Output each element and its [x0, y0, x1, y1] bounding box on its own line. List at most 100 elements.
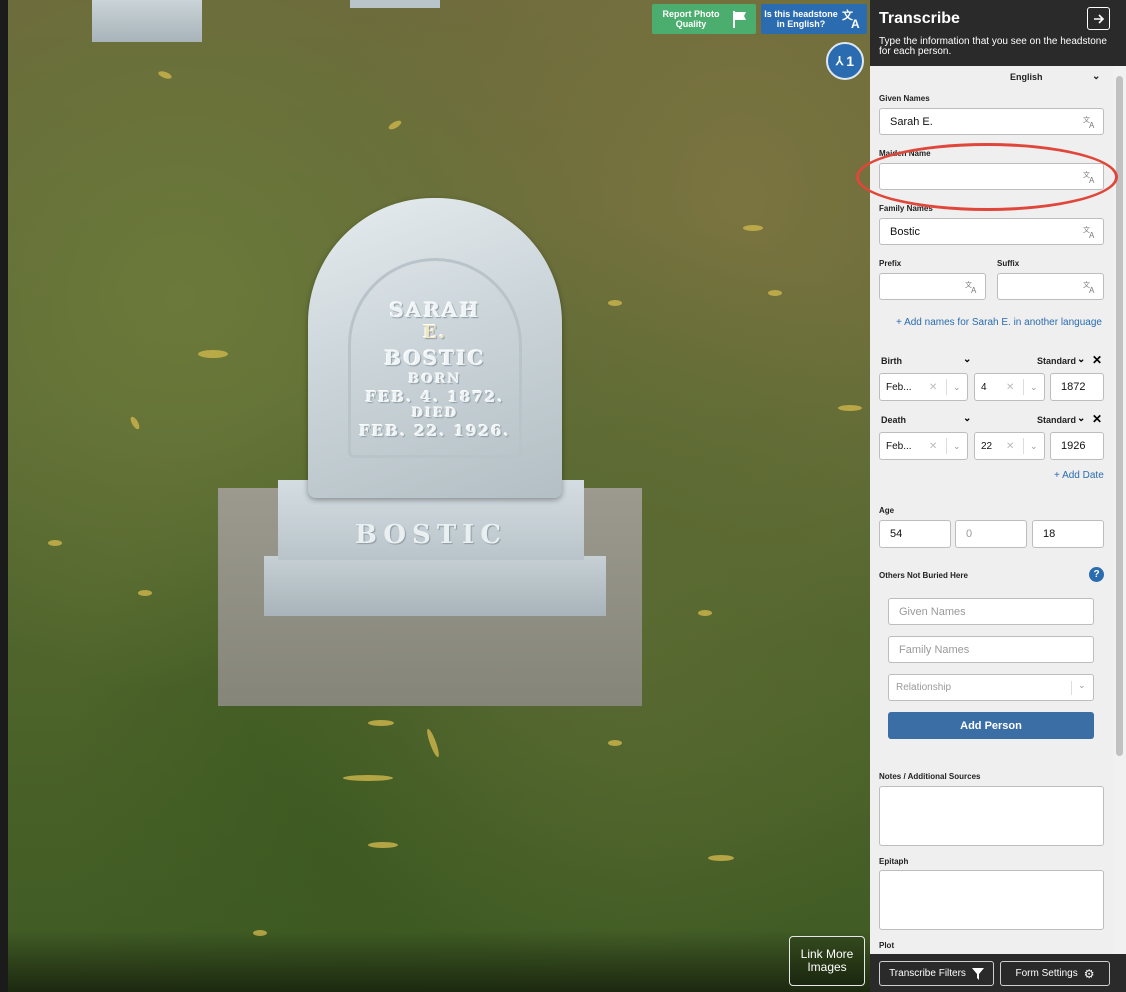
- birth-label: Birth: [881, 356, 902, 366]
- chevron-down-icon: ⌄: [1030, 440, 1038, 451]
- svg-text:A: A: [851, 17, 860, 30]
- link-more-images-button[interactable]: Link More Images: [789, 936, 865, 986]
- death-type-chevron-icon[interactable]: ⌄: [963, 413, 971, 424]
- left-edge: [0, 0, 8, 992]
- birth-year-value: 1872: [1061, 381, 1086, 393]
- leaf: [708, 855, 734, 861]
- age-days-value: 18: [1043, 528, 1056, 540]
- given-names-field[interactable]: Sarah E. 文A: [879, 108, 1104, 135]
- chevron-down-icon: ⌄: [953, 440, 961, 451]
- headstone-photo[interactable]: BOSTIC SARAH E. BOSTIC BORN FEB. 4. 1872…: [8, 0, 870, 992]
- leaf: [157, 69, 173, 81]
- suffix-field[interactable]: 文A: [997, 273, 1104, 300]
- report-photo-quality-label: Report Photo Quality: [662, 9, 720, 29]
- remove-birth-icon[interactable]: ✕: [1092, 353, 1102, 367]
- remove-death-icon[interactable]: ✕: [1092, 412, 1102, 426]
- stone-plinth: [264, 556, 606, 616]
- gear-icon: ⚙: [1083, 966, 1095, 981]
- inscription-line: FEB. 4. 1872.: [365, 388, 505, 406]
- death-month-select[interactable]: Feb... ✕ ⌄: [879, 432, 968, 460]
- birth-year-field[interactable]: 1872: [1050, 373, 1104, 401]
- leaf: [838, 405, 862, 411]
- clear-icon[interactable]: ✕: [929, 441, 937, 452]
- svg-text:A: A: [1089, 286, 1095, 294]
- birth-standard-select[interactable]: Standard: [1037, 356, 1076, 366]
- report-photo-quality-button[interactable]: Report Photo Quality: [652, 4, 756, 34]
- stone-base-inscription: BOSTIC: [354, 520, 508, 550]
- others-family-names-field[interactable]: Family Names: [888, 636, 1094, 663]
- death-day-select[interactable]: 22 ✕ ⌄: [974, 432, 1045, 460]
- family-names-field[interactable]: Bostic 文A: [879, 218, 1104, 245]
- help-icon[interactable]: ?: [1089, 567, 1104, 582]
- chevron-down-icon: ⌄: [1077, 413, 1086, 424]
- add-person-button[interactable]: Add Person: [888, 712, 1094, 739]
- language-select[interactable]: English ⌄: [1010, 71, 1106, 86]
- plot-label: Plot: [879, 941, 895, 950]
- others-given-names-field[interactable]: Given Names: [888, 598, 1094, 625]
- translate-icon[interactable]: 文A: [1083, 115, 1097, 129]
- age-months-field[interactable]: 0: [955, 520, 1027, 548]
- panel-scrollbar[interactable]: [1113, 66, 1126, 954]
- prefix-field[interactable]: 文A: [879, 273, 986, 300]
- age-years-value: 54: [890, 528, 903, 540]
- highlight-annotation: [856, 143, 1118, 211]
- birth-type-chevron-icon[interactable]: ⌄: [963, 354, 971, 365]
- death-year-value: 1926: [1061, 440, 1086, 452]
- svg-text:A: A: [1089, 121, 1095, 129]
- birth-day-select[interactable]: 4 ✕ ⌄: [974, 373, 1045, 401]
- notes-label: Notes / Additional Sources: [879, 772, 981, 781]
- chevron-down-icon: ⌄: [1078, 680, 1086, 690]
- age-label: Age: [879, 506, 895, 515]
- birth-day-value: 4: [981, 381, 987, 393]
- others-given-names-placeholder: Given Names: [899, 605, 966, 618]
- transcribe-filters-button[interactable]: Transcribe Filters: [879, 961, 994, 986]
- is-headstone-english-button[interactable]: Is this headstone in English? 文A: [761, 4, 867, 34]
- death-standard-select[interactable]: Standard: [1037, 415, 1076, 425]
- form-settings-button[interactable]: Form Settings ⚙: [1000, 961, 1110, 986]
- leaf: [198, 350, 228, 358]
- death-label: Death: [881, 415, 907, 425]
- age-days-field[interactable]: 18: [1032, 520, 1104, 548]
- family-names-value: Bostic: [890, 225, 920, 238]
- death-year-field[interactable]: 1926: [1050, 432, 1104, 460]
- inscription-line: SARAH: [389, 298, 481, 322]
- inscription-line: E.: [423, 322, 447, 343]
- svg-text:A: A: [1089, 231, 1095, 239]
- headstone: SARAH E. BOSTIC BORN FEB. 4. 1872. DIED …: [308, 198, 562, 498]
- inscription-line: BORN: [408, 372, 462, 387]
- notes-textarea[interactable]: [879, 786, 1104, 846]
- panel-footer: Transcribe Filters Form Settings ⚙: [870, 954, 1126, 992]
- add-names-other-language-link[interactable]: + Add names for Sarah E. in another lang…: [896, 317, 1102, 328]
- select-divider: [946, 438, 947, 454]
- language-value: English: [1010, 72, 1043, 82]
- clear-icon[interactable]: ✕: [1006, 382, 1014, 393]
- birth-month-select[interactable]: Feb... ✕ ⌄: [879, 373, 968, 401]
- age-years-field[interactable]: 54: [879, 520, 951, 548]
- translate-icon[interactable]: 文A: [1083, 225, 1097, 239]
- chevron-down-icon: ⌄: [953, 381, 961, 392]
- add-date-link[interactable]: + Add Date: [1054, 470, 1104, 481]
- leaf: [768, 290, 782, 296]
- chevron-down-icon: ⌄: [1092, 71, 1101, 82]
- person-icon: ⅄: [835, 54, 844, 68]
- leaf: [48, 540, 62, 546]
- leaf: [368, 842, 398, 848]
- panel-header: Transcribe Type the information that you…: [870, 0, 1126, 66]
- select-divider: [946, 379, 947, 395]
- age-months-value: 0: [966, 528, 973, 540]
- background-stone: [350, 0, 440, 8]
- leaf: [368, 720, 394, 726]
- epitaph-textarea[interactable]: [879, 870, 1104, 930]
- translate-icon[interactable]: 文A: [1083, 280, 1097, 294]
- others-not-buried-label: Others Not Buried Here: [879, 571, 968, 580]
- clear-icon[interactable]: ✕: [1006, 441, 1014, 452]
- clear-icon[interactable]: ✕: [929, 382, 937, 393]
- birth-month-value: Feb...: [886, 381, 912, 393]
- person-count-button[interactable]: ⅄ 1: [826, 42, 864, 80]
- leaf: [698, 610, 712, 616]
- exit-panel-button[interactable]: [1087, 7, 1110, 30]
- translate-icon[interactable]: 文A: [965, 280, 979, 294]
- death-month-value: Feb...: [886, 440, 912, 452]
- relationship-select[interactable]: Relationship ⌄: [888, 674, 1094, 701]
- chevron-down-icon: ⌄: [1077, 354, 1086, 365]
